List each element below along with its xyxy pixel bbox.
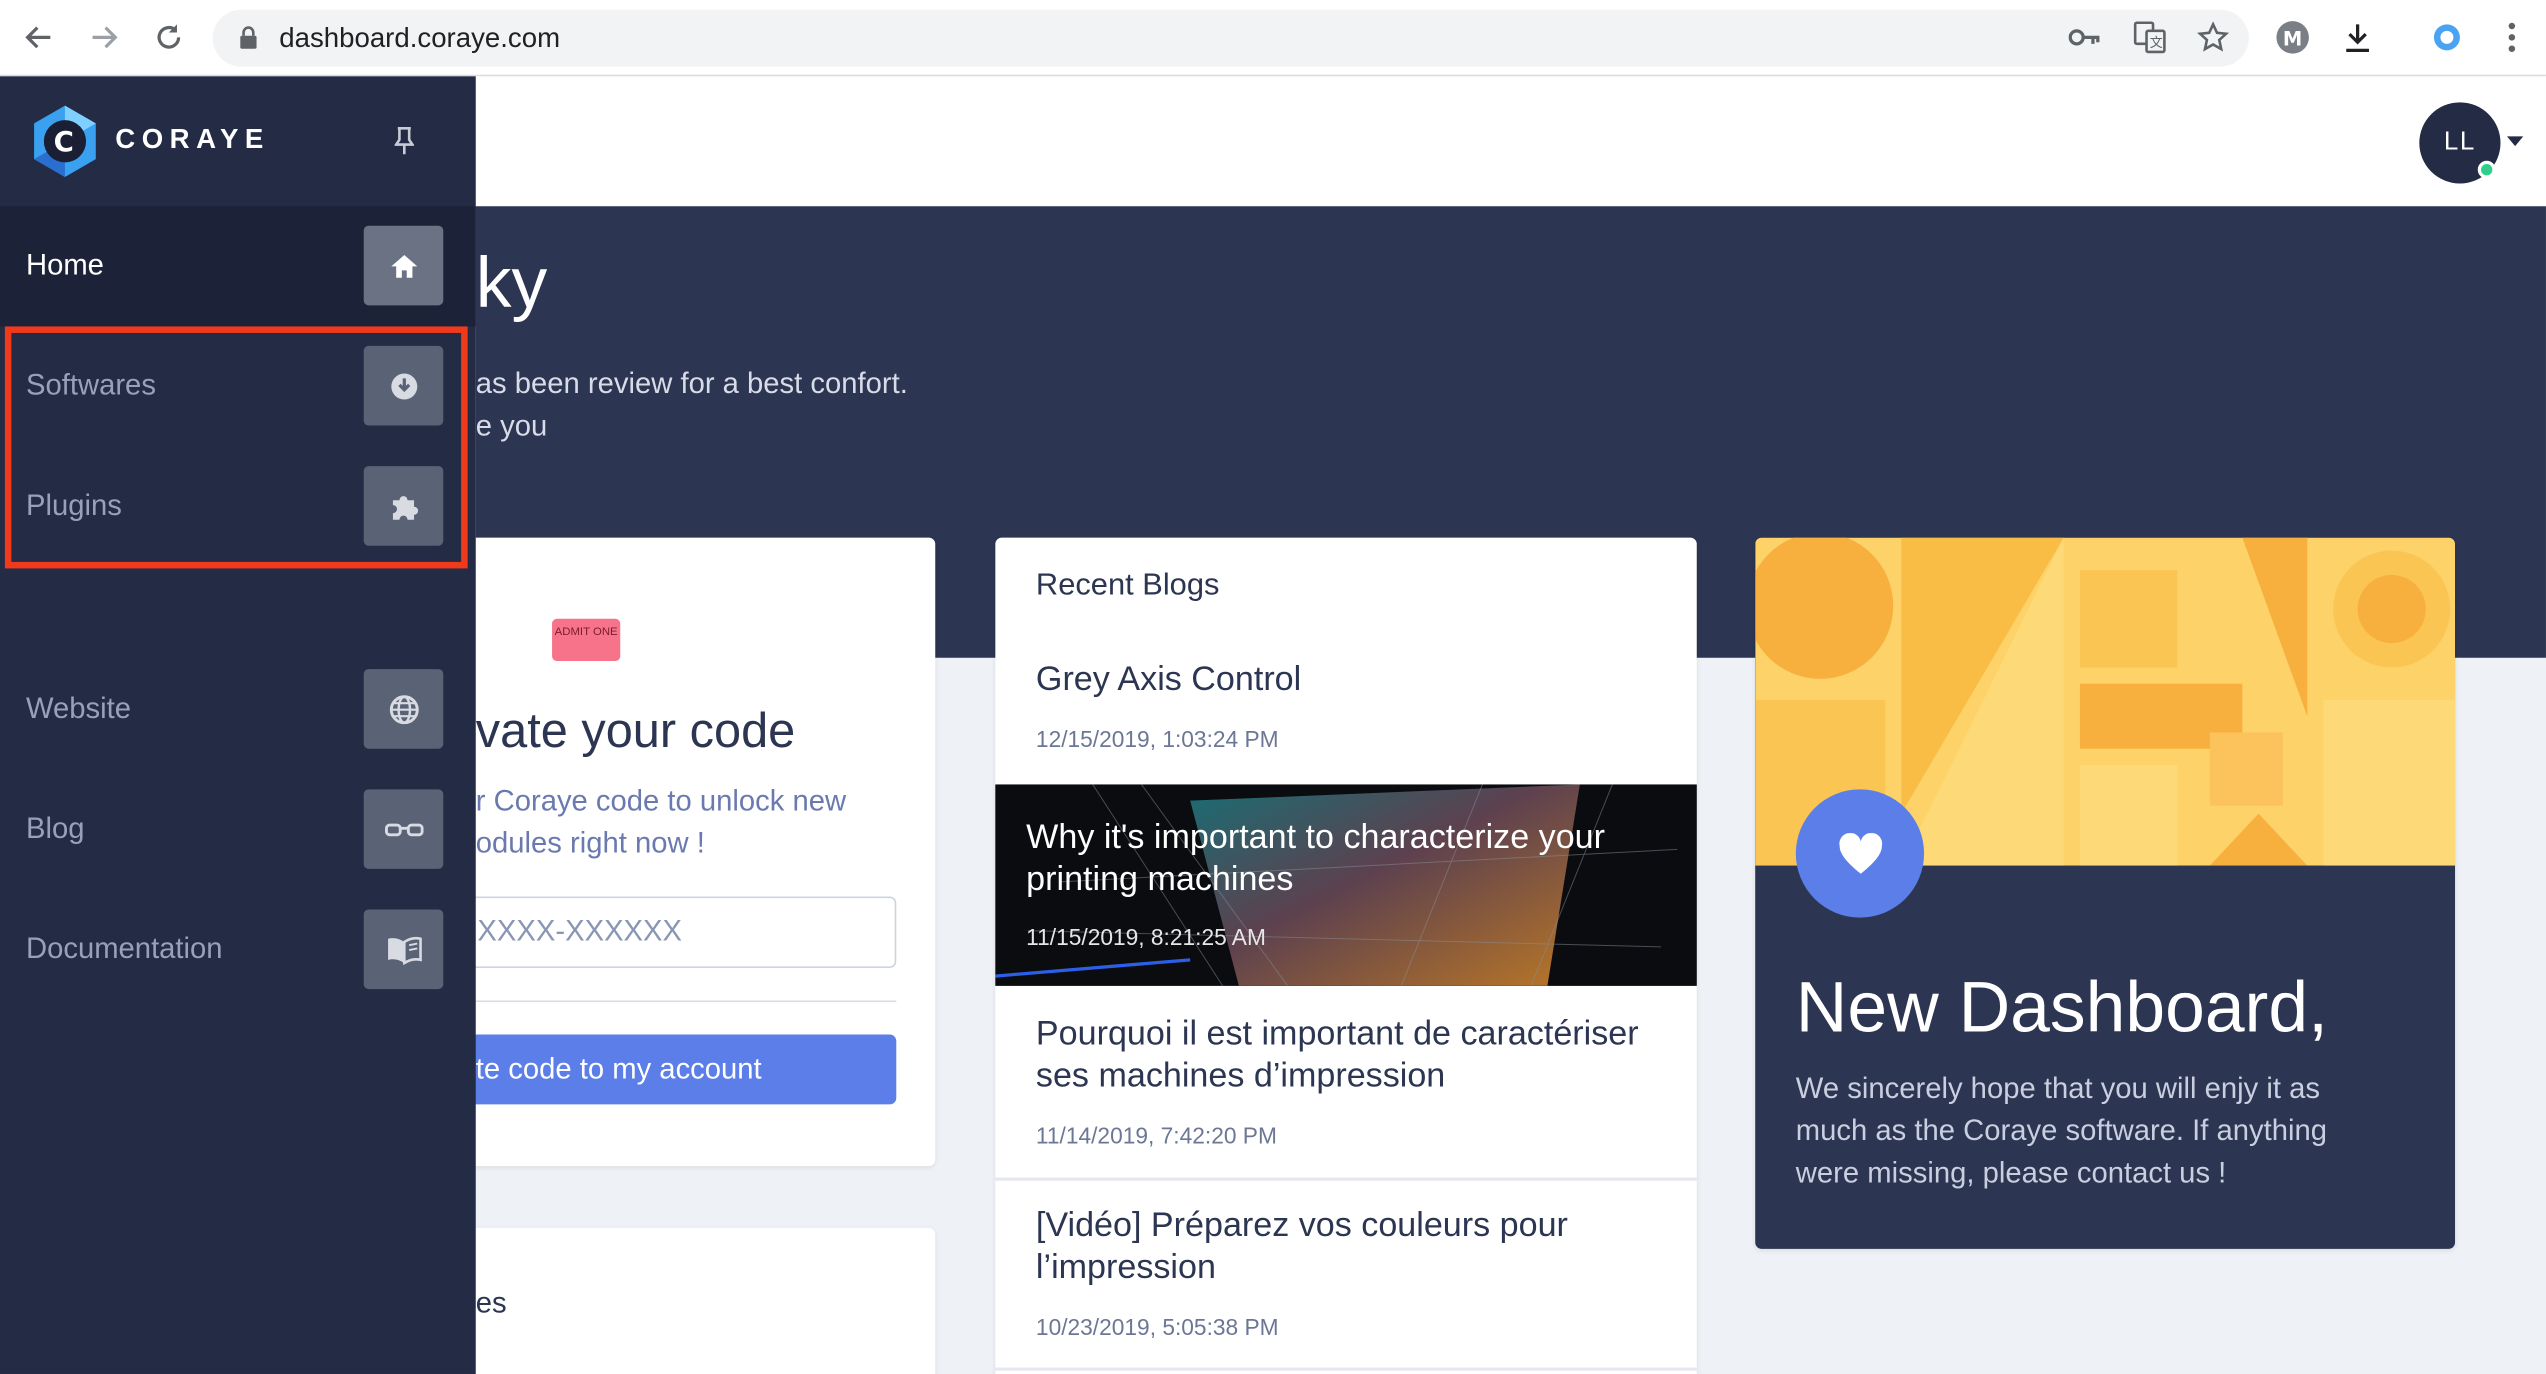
sidebar-item-label[interactable]: Documentation [26,932,223,966]
reload-icon[interactable] [145,13,194,62]
blog-item-title[interactable]: Grey Axis Control [1036,659,1677,701]
svg-text:C: C [54,125,74,158]
featured-blog-title: Why it's important to characterize your … [1026,818,1605,899]
blog-item-date: 12/15/2019, 1:03:24 PM [1035,725,1279,752]
extension-m-icon[interactable]: M [2272,16,2314,58]
home-icon[interactable] [363,225,444,306]
activate-code-desc-1: r Coraye code to unlock new [475,784,847,817]
activate-code-title: vate your code [475,704,796,759]
blog-separator [995,1177,1697,1181]
annotation-highlight-box [4,326,468,569]
svg-text:M: M [2283,27,2302,50]
book-icon[interactable] [363,909,444,990]
pin-icon[interactable] [388,123,420,159]
lower-card-label: es [475,1286,507,1319]
sidebar-item-label[interactable]: Home [26,248,104,282]
featured-blog-date: 11/15/2019, 8:21:25 AM [1026,924,1266,951]
globe-icon[interactable] [363,669,444,749]
new-dashboard-text-1: We sincerely hope that you will enjy it … [1795,1071,2320,1105]
divider [422,1000,897,1003]
lock-icon [239,26,258,58]
menu-icon[interactable] [2491,16,2533,58]
hero-title: ky [475,243,548,324]
new-dashboard-title: New Dashboard, [1795,967,2328,1048]
activate-code-desc-2: odules right now ! [475,826,705,860]
blog-item-date: 11/14/2019, 7:42:20 PM [1035,1122,1277,1149]
heart-icon [1795,789,1925,918]
blog-item-title[interactable]: [Vidéo] Préparez vos couleurs pour l’imp… [1036,1205,1677,1289]
brand-name: CORAYE [115,123,270,155]
svg-text:文: 文 [2150,36,2163,51]
new-dashboard-text-2: much as the Coraye software. If anything [1795,1114,2328,1147]
online-status-dot [2477,160,2496,179]
activate-code-button-label: te code to my account [475,1052,762,1085]
coraye-logo-icon[interactable]: C [28,104,103,179]
ticket-icon: ADMIT ONE [552,618,621,662]
sidebar-item-label[interactable]: Blog [26,812,85,846]
bookmark-star-icon[interactable] [2192,16,2234,58]
activate-code-button[interactable]: te code to my account [422,1034,897,1105]
translate-icon[interactable]: 文 [2129,16,2171,58]
coraye-extension-icon[interactable] [2426,16,2468,58]
browser-toolbar: dashboard.coraye.com 文 M [0,0,2546,77]
featured-blog-item[interactable]: Why it's important to characterize your … [995,784,1697,986]
new-dashboard-text-3: were missing, please contact us ! [1795,1156,2227,1189]
code-input-placeholder: XXXX-XXXXXX [477,914,683,947]
sidebar-item-label[interactable]: Website [26,692,131,726]
key-icon[interactable] [2064,16,2106,58]
blog-separator [995,1367,1697,1371]
code-input[interactable]: XXXX-XXXXXX [422,896,897,968]
recent-blogs-heading: Recent Blogs [1035,568,1220,603]
screen: dashboard.coraye.com 文 M LL ky as been r… [0,0,2546,1374]
forward-icon[interactable] [80,13,129,62]
top-bar [475,76,2546,207]
url-text: dashboard.coraye.com [279,22,561,54]
hero-text-line-2: e you [475,409,548,442]
chevron-down-icon[interactable] [2506,136,2524,147]
blog-item-title[interactable]: Pourquoi il est important de caractérise… [1036,1013,1677,1097]
download-icon[interactable] [2337,16,2379,58]
blog-item-date: 10/23/2019, 5:05:38 PM [1035,1313,1279,1340]
hero-text-line-1: as been review for a best confort. [475,367,908,400]
glasses-icon[interactable] [363,789,444,869]
address-bar[interactable]: dashboard.coraye.com 文 [212,9,2249,67]
back-icon[interactable] [15,13,64,62]
